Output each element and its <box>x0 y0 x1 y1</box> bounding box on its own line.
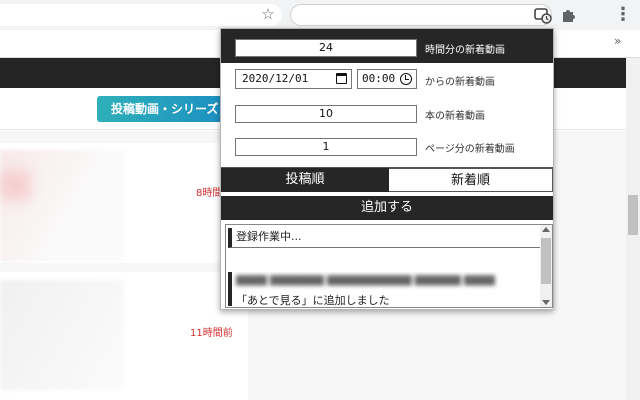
sort-by-post-button[interactable]: 投稿順 <box>221 168 389 192</box>
puzzle-icon[interactable] <box>560 6 578 24</box>
log-entry: 登録作業中... <box>228 228 540 248</box>
log-entry: ▇▇▇▇ ▇▇▇▇▇▇▇ ▇▇▇▇▇▇▇▇▇▇▇ ▇▇▇▇▇▇ ▇▇▇▇ 「あと… <box>228 272 540 306</box>
kebab-menu-icon[interactable]: ⋮ <box>614 5 632 25</box>
since-time-value: 00:00 <box>362 72 396 85</box>
extension-popup: 24 時間分の新着動画 2020/12/01 00:00 からの新着動画 10 … <box>220 28 554 310</box>
add-button[interactable]: 追加する <box>221 196 553 220</box>
pages-label: ページ分の新着動画 <box>425 144 515 155</box>
thumbnail-blur <box>0 170 30 200</box>
star-icon[interactable]: ☆ <box>260 6 276 22</box>
log-list[interactable]: 登録作業中... ▇▇▇▇ ▇▇▇▇▇▇▇ ▇▇▇▇▇▇▇▇▇▇▇ ▇▇▇▇▇▇… <box>225 224 553 308</box>
address-bar[interactable] <box>0 4 282 26</box>
clock-icon[interactable] <box>400 73 412 85</box>
omnibox-extension-area[interactable] <box>290 4 552 26</box>
hours-input[interactable]: 24 <box>235 39 417 57</box>
log-entry-text: 「あとで見る」に追加しました <box>236 294 390 306</box>
log-entry-text: 登録作業中... <box>236 230 302 243</box>
posted-videos-series-tab[interactable]: 投稿動画・シリーズ <box>97 96 227 122</box>
since-time-input[interactable]: 00:00 <box>357 69 417 89</box>
pages-input[interactable]: 1 <box>235 138 417 156</box>
elapsed-time-label: 8時間 <box>196 188 223 199</box>
video-clock-icon[interactable] <box>534 6 552 24</box>
page-scrollbar-thumb[interactable] <box>628 195 638 235</box>
since-date-value: 2020/12/01 <box>242 72 309 85</box>
sort-by-newest-button[interactable]: 新着順 <box>389 168 553 192</box>
bookmarks-more-chevron-icon[interactable]: » <box>614 34 621 48</box>
scroll-up-arrow-icon[interactable] <box>542 227 550 232</box>
video-thumbnail[interactable] <box>0 280 124 390</box>
blurred-video-title: ▇▇▇▇ ▇▇▇▇▇▇▇ ▇▇▇▇▇▇▇▇▇▇▇ ▇▇▇▇▇▇ ▇▇▇▇ <box>236 275 495 286</box>
elapsed-time-label: 11時間前 <box>190 328 233 339</box>
log-scrollbar-thumb[interactable] <box>541 238 551 284</box>
calendar-icon[interactable] <box>336 73 347 84</box>
since-date-input[interactable]: 2020/12/01 <box>235 69 352 89</box>
scroll-down-arrow-icon[interactable] <box>542 300 550 305</box>
count-label: 本の新着動画 <box>425 111 485 122</box>
count-input[interactable]: 10 <box>235 105 417 123</box>
since-label: からの新着動画 <box>425 77 495 88</box>
video-thumbnail[interactable] <box>0 150 124 262</box>
hours-label: 時間分の新着動画 <box>425 45 505 56</box>
